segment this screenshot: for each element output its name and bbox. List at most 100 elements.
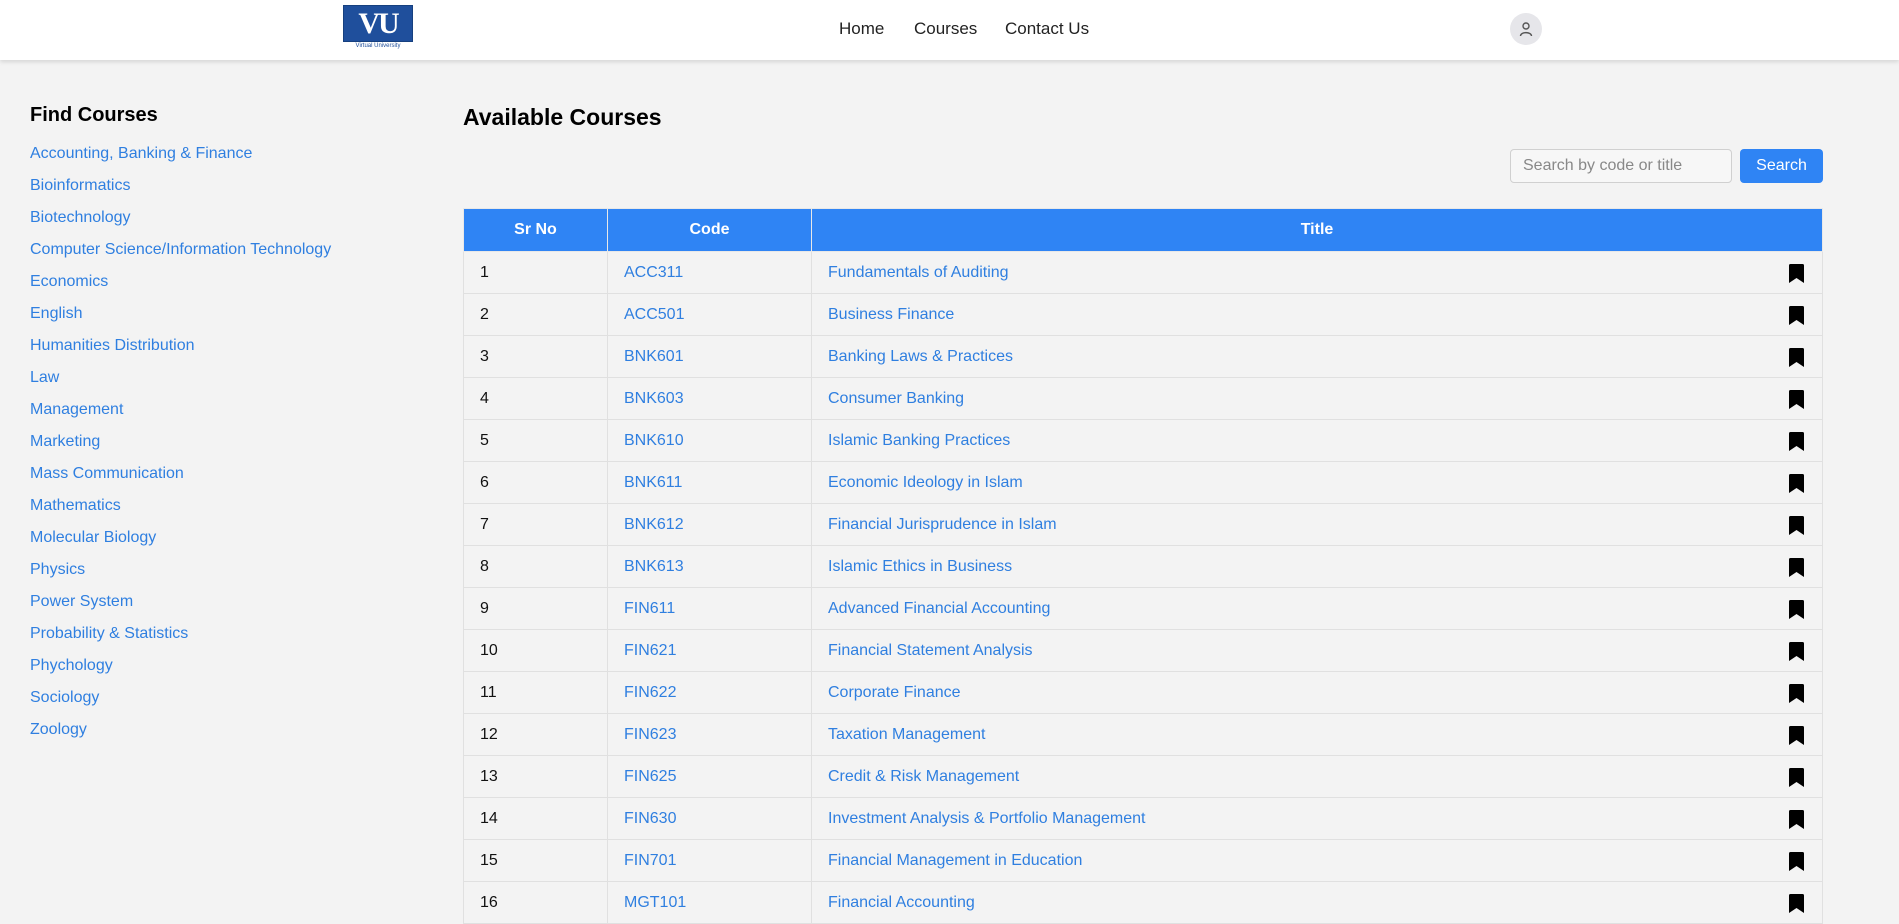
row-course-title-link[interactable]: Investment Analysis & Portfolio Manageme…: [828, 810, 1146, 827]
table-row: 5 BNK610 Islamic Banking Practices: [463, 419, 1823, 462]
sidebar-category-link[interactable]: Accounting, Banking & Finance: [30, 145, 410, 177]
row-sr-no: 9: [463, 587, 608, 630]
user-icon: [1519, 22, 1533, 37]
bookmark-icon[interactable]: [1789, 768, 1804, 787]
row-course-title-link[interactable]: Business Finance: [828, 306, 954, 323]
row-course-code-link[interactable]: BNK612: [607, 503, 812, 546]
bookmark-icon[interactable]: [1789, 432, 1804, 451]
bookmark-icon[interactable]: [1789, 642, 1804, 661]
bookmark-icon[interactable]: [1789, 348, 1804, 367]
sidebar-category-link[interactable]: Humanities Distribution: [30, 337, 410, 369]
row-course-title-link[interactable]: Financial Jurisprudence in Islam: [828, 516, 1057, 533]
row-course-title-link[interactable]: Advanced Financial Accounting: [828, 600, 1050, 617]
bookmark-icon[interactable]: [1789, 600, 1804, 619]
table-row: 3 BNK601 Banking Laws & Practices: [463, 335, 1823, 378]
sidebar-category-link[interactable]: Power System: [30, 593, 410, 625]
row-course-code-link[interactable]: FIN623: [607, 713, 812, 756]
row-title-cell: Investment Analysis & Portfolio Manageme…: [811, 797, 1823, 840]
row-sr-no: 2: [463, 293, 608, 336]
row-course-code-link[interactable]: FIN701: [607, 839, 812, 882]
table-body: 1 ACC311 Fundamentals of Auditing 2 ACC501 Bu…: [463, 251, 1823, 924]
row-course-code-link[interactable]: FIN625: [607, 755, 812, 798]
bookmark-icon[interactable]: [1789, 474, 1804, 493]
bookmark-icon[interactable]: [1789, 264, 1804, 283]
table-row: 7 BNK612 Financial Jurisprudence in Islam: [463, 503, 1823, 546]
row-course-title-link[interactable]: Economic Ideology in Islam: [828, 474, 1023, 491]
row-course-code-link[interactable]: BNK603: [607, 377, 812, 420]
row-course-code-link[interactable]: ACC311: [607, 251, 812, 294]
sidebar-category-link[interactable]: Phychology: [30, 657, 410, 689]
row-course-code-link[interactable]: FIN630: [607, 797, 812, 840]
row-course-code-link[interactable]: BNK601: [607, 335, 812, 378]
bookmark-icon[interactable]: [1789, 852, 1804, 871]
sidebar-category-link[interactable]: Bioinformatics: [30, 177, 410, 209]
row-title-cell: Financial Jurisprudence in Islam: [811, 503, 1823, 546]
sidebar-category-link[interactable]: Biotechnology: [30, 209, 410, 241]
sidebar-category-link[interactable]: Mathematics: [30, 497, 410, 529]
bookmark-icon[interactable]: [1789, 726, 1804, 745]
sidebar-category-link[interactable]: English: [30, 305, 410, 337]
table-row: 11 FIN622 Corporate Finance: [463, 671, 1823, 714]
row-course-code-link[interactable]: BNK611: [607, 461, 812, 504]
bookmark-icon[interactable]: [1789, 306, 1804, 325]
bookmark-icon[interactable]: [1789, 390, 1804, 409]
vu-logo[interactable]: VU Virtual University: [343, 5, 413, 51]
row-course-title-link[interactable]: Consumer Banking: [828, 390, 964, 407]
row-course-code-link[interactable]: BNK610: [607, 419, 812, 462]
bookmark-icon[interactable]: [1789, 810, 1804, 829]
table-row: 13 FIN625 Credit & Risk Management: [463, 755, 1823, 798]
sidebar-category-link[interactable]: Economics: [30, 273, 410, 305]
row-course-code-link[interactable]: FIN611: [607, 587, 812, 630]
column-header-sr-no: Sr No: [463, 208, 608, 252]
logo-mark: VU: [343, 5, 413, 42]
user-avatar-button[interactable]: [1510, 13, 1542, 45]
sidebar-category-link[interactable]: Physics: [30, 561, 410, 593]
sidebar-category-link[interactable]: Probability & Statistics: [30, 625, 410, 657]
sidebar-category-link[interactable]: Law: [30, 369, 410, 401]
row-title-cell: Advanced Financial Accounting: [811, 587, 1823, 630]
nav-contact-link[interactable]: Contact Us: [1005, 19, 1089, 39]
row-sr-no: 12: [463, 713, 608, 756]
sidebar-category-link[interactable]: Molecular Biology: [30, 529, 410, 561]
row-course-title-link[interactable]: Financial Statement Analysis: [828, 642, 1033, 659]
row-course-code-link[interactable]: FIN622: [607, 671, 812, 714]
row-course-title-link[interactable]: Taxation Management: [828, 726, 985, 743]
row-title-cell: Consumer Banking: [811, 377, 1823, 420]
sidebar-category-link[interactable]: Computer Science/Information Technology: [30, 241, 410, 273]
page-title: Available Courses: [463, 104, 662, 130]
row-course-title-link[interactable]: Financial Management in Education: [828, 852, 1082, 869]
row-course-title-link[interactable]: Fundamentals of Auditing: [828, 264, 1009, 281]
bookmark-icon[interactable]: [1789, 516, 1804, 535]
search-button[interactable]: Search: [1740, 149, 1823, 183]
row-title-cell: Taxation Management: [811, 713, 1823, 756]
sidebar-heading: Find Courses: [30, 104, 158, 126]
row-course-code-link[interactable]: BNK613: [607, 545, 812, 588]
row-course-code-link[interactable]: ACC501: [607, 293, 812, 336]
search-input[interactable]: [1510, 149, 1732, 183]
bookmark-icon[interactable]: [1789, 558, 1804, 577]
row-course-title-link[interactable]: Islamic Ethics in Business: [828, 558, 1012, 575]
row-course-title-link[interactable]: Credit & Risk Management: [828, 768, 1019, 785]
nav-home-link[interactable]: Home: [839, 19, 884, 39]
row-course-title-link[interactable]: Corporate Finance: [828, 684, 961, 701]
row-course-code-link[interactable]: FIN621: [607, 629, 812, 672]
sidebar-category-link[interactable]: Sociology: [30, 689, 410, 721]
sidebar-category-link[interactable]: Mass Communication: [30, 465, 410, 497]
row-course-code-link[interactable]: MGT101: [607, 881, 812, 924]
row-title-cell: Fundamentals of Auditing: [811, 251, 1823, 294]
row-course-title-link[interactable]: Banking Laws & Practices: [828, 348, 1013, 365]
column-header-title: Title: [811, 208, 1823, 252]
sidebar-category-link[interactable]: Management: [30, 401, 410, 433]
table-row: 1 ACC311 Fundamentals of Auditing: [463, 251, 1823, 294]
row-sr-no: 15: [463, 839, 608, 882]
table-row: 6 BNK611 Economic Ideology in Islam: [463, 461, 1823, 504]
bookmark-icon[interactable]: [1789, 684, 1804, 703]
table-header-row: Sr No Code Title: [463, 208, 1823, 252]
row-course-title-link[interactable]: Financial Accounting: [828, 894, 975, 911]
sidebar-category-link[interactable]: Marketing: [30, 433, 410, 465]
row-course-title-link[interactable]: Islamic Banking Practices: [828, 432, 1010, 449]
nav-courses-link[interactable]: Courses: [914, 19, 977, 39]
table-row: 8 BNK613 Islamic Ethics in Business: [463, 545, 1823, 588]
bookmark-icon[interactable]: [1789, 894, 1804, 913]
sidebar-category-link[interactable]: Zoology: [30, 721, 410, 753]
